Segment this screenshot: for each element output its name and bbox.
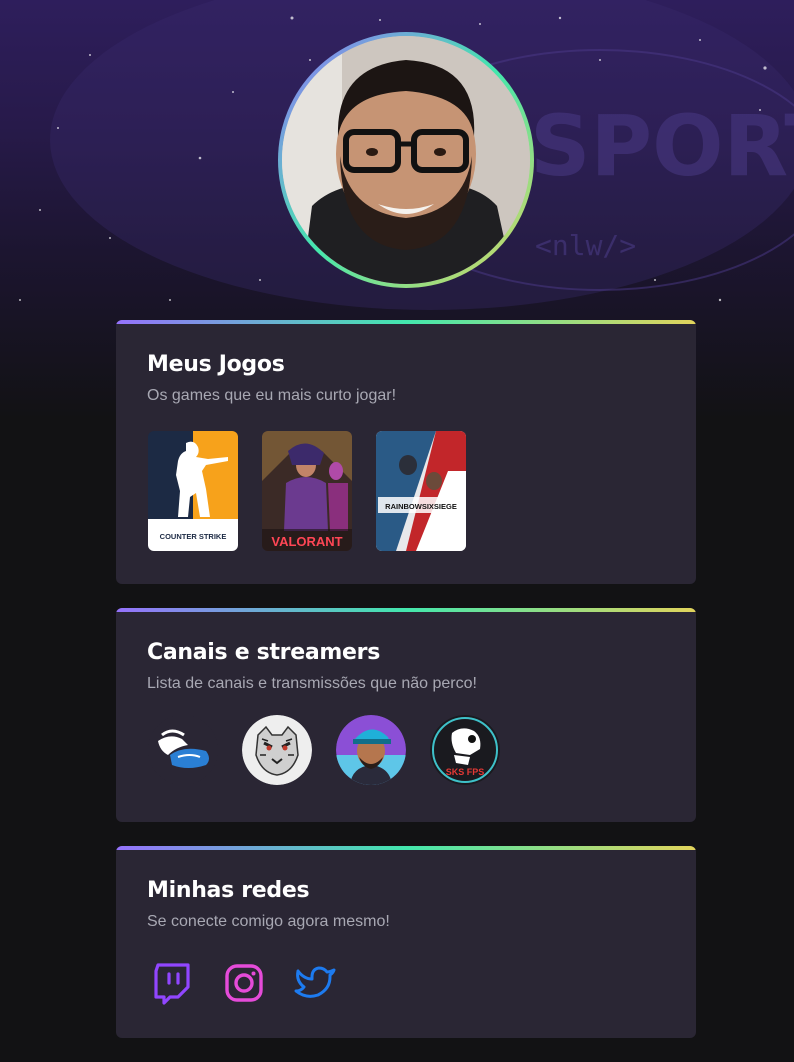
channel-skull[interactable]: SKS FPS (430, 715, 500, 785)
valorant-logo-text: VALORANT (271, 534, 342, 549)
rainbow-six-logo-text: RAINBOWSIXSIEGE (385, 502, 457, 511)
game-tile-valorant[interactable]: VALORANT (262, 431, 352, 551)
instagram-icon (225, 964, 263, 1002)
channels-card-subtitle: Lista de canais e transmissões que não p… (147, 675, 477, 692)
channel-tiger[interactable] (242, 715, 312, 785)
twitch-icon (154, 963, 190, 1005)
game-tile-counter-strike[interactable]: COUNTER STRIKE (148, 431, 238, 551)
social-card: Minhas redes Se conecte comigo agora mes… (116, 846, 696, 1038)
watermark-tag: <nlw/> (535, 229, 636, 262)
games-card-title: Meus Jogos (147, 352, 285, 377)
skull-channel-label: SKS FPS (446, 767, 485, 777)
games-card: Meus Jogos Os games que eu mais curto jo… (116, 320, 696, 584)
games-card-subtitle: Os games que eu mais curto jogar! (147, 387, 397, 404)
game-tile-rainbow-six-siege[interactable]: RAINBOWSIXSIEGE (376, 431, 466, 551)
channel-winged[interactable] (148, 715, 218, 785)
avatar-photo (282, 36, 530, 284)
counter-strike-logo-text: COUNTER STRIKE (160, 532, 227, 541)
social-card-title: Minhas redes (147, 878, 310, 903)
instagram-link[interactable] (222, 961, 266, 1005)
profile-avatar (278, 32, 534, 288)
channels-card-title: Canais e streamers (147, 640, 380, 665)
channels-card: Canais e streamers Lista de canais e tra… (116, 608, 696, 822)
twitter-icon (294, 966, 336, 998)
watermark-word: SPORTS (530, 97, 794, 195)
channel-streamer-avatar[interactable] (336, 715, 406, 785)
social-card-subtitle: Se conecte comigo agora mesmo! (147, 913, 390, 930)
twitch-link[interactable] (150, 961, 194, 1005)
twitter-link[interactable] (294, 961, 338, 1005)
